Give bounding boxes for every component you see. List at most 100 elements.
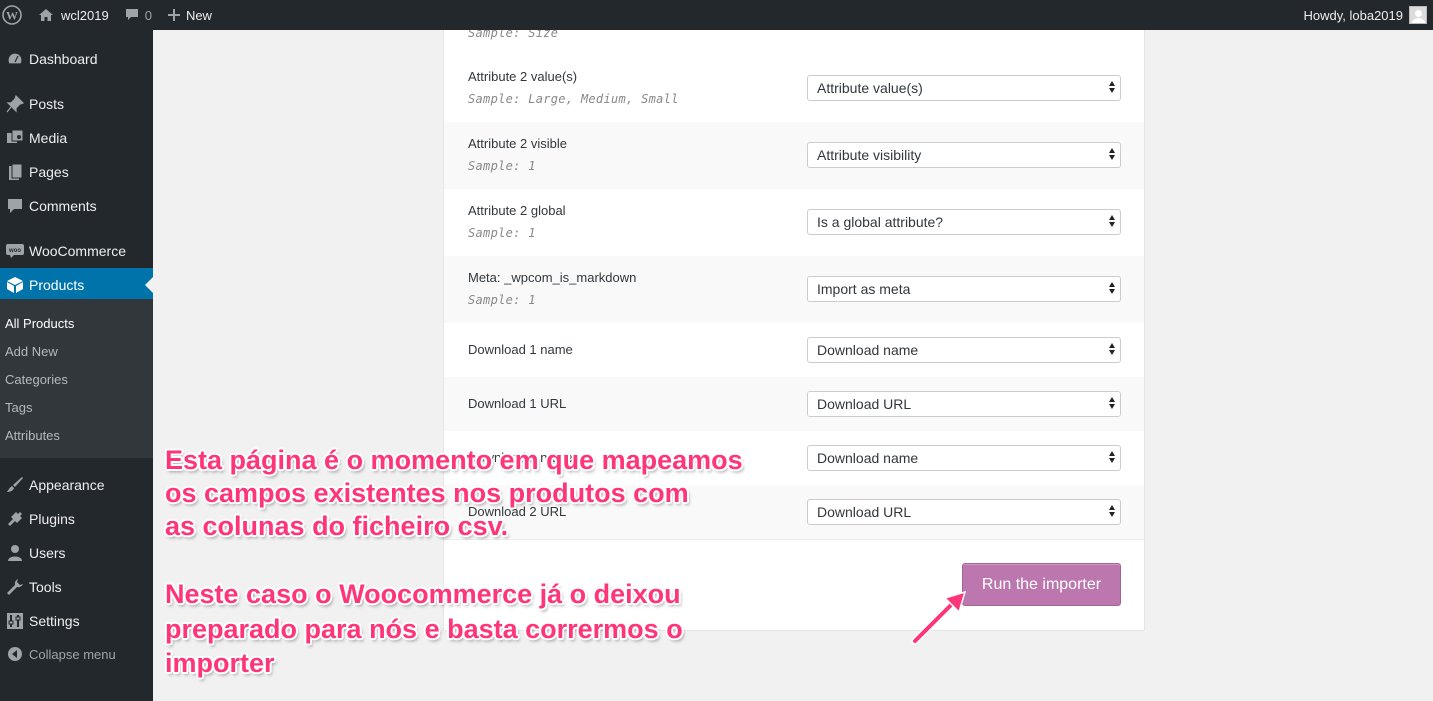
field-label: Attribute 2 visible	[468, 136, 567, 151]
comments-link[interactable]: 0	[117, 0, 160, 30]
field-label: Download 1 URL	[468, 396, 567, 411]
select-arrows-icon	[1109, 397, 1115, 409]
new-label: New	[185, 7, 212, 23]
sidebar-item-settings[interactable]: Settings	[0, 604, 153, 638]
sidebar-item-posts[interactable]: Posts	[0, 87, 153, 121]
brush-icon	[0, 476, 28, 494]
svg-text:W: W	[6, 9, 18, 23]
pages-icon	[0, 163, 28, 181]
sidebar-item-label: Settings	[29, 613, 80, 629]
sidebar-item-media[interactable]: Media	[0, 121, 153, 155]
mapping-select[interactable]: Attribute visibility	[807, 142, 1121, 168]
mapping-row: Meta: _wpcom_is_markdown Sample: 1 Impor…	[444, 256, 1144, 323]
submenu-tags[interactable]: Tags	[5, 400, 32, 415]
my-account-link[interactable]: Howdy, loba2019	[1296, 0, 1433, 30]
select-value: Attribute visibility	[817, 147, 922, 163]
settings-icon	[0, 612, 28, 630]
avatar	[1409, 6, 1427, 24]
select-value: Download URL	[817, 396, 912, 412]
column-mapping-card: Sample: Size Attribute 2 value(s) Sample…	[443, 0, 1145, 631]
collapse-menu-button[interactable]: Collapse menu	[0, 637, 153, 671]
box-icon	[0, 276, 28, 294]
annotation-line: importer	[165, 648, 275, 678]
sidebar-item-plugins[interactable]: Plugins	[0, 502, 153, 536]
site-name: wcl2019	[61, 7, 109, 23]
submenu-all-products[interactable]: All Products	[5, 316, 74, 331]
comments-count: 0	[144, 7, 152, 23]
select-arrows-icon	[1109, 282, 1115, 294]
admin-bar: W wcl2019 0 New Howdy, loba2019	[0, 0, 1433, 30]
select-arrows-icon	[1109, 148, 1115, 160]
select-value: Download name	[817, 342, 919, 358]
select-arrows-icon	[1109, 81, 1115, 93]
field-label: Attribute 2 value(s)	[468, 69, 578, 84]
sidebar-item-products[interactable]: Products	[0, 268, 153, 302]
select-arrows-icon	[1109, 505, 1115, 517]
select-value: Download URL	[817, 504, 912, 520]
sidebar-item-comments[interactable]: Comments	[0, 189, 153, 223]
sidebar-item-appearance[interactable]: Appearance	[0, 468, 153, 502]
select-value: Download name	[817, 450, 919, 466]
submenu-categories[interactable]: Categories	[5, 372, 68, 387]
field-label: Meta: _wpcom_is_markdown	[468, 270, 637, 285]
submenu-add-new[interactable]: Add New	[5, 344, 58, 359]
mapping-row: Download 1 URL Download URL	[444, 377, 1144, 431]
sidebar-item-label: Plugins	[29, 511, 75, 527]
sidebar-item-label: Appearance	[29, 477, 105, 493]
field-sample: Sample: 1	[468, 159, 536, 173]
sidebar-item-pages[interactable]: Pages	[0, 155, 153, 189]
annotation-line: preparado para nós e basta corrermos o	[165, 614, 683, 644]
annotation-line: Neste caso o Woocommerce já o deixou	[165, 579, 681, 609]
select-value: Import as meta	[817, 281, 911, 297]
mapping-select[interactable]: Attribute value(s)	[807, 75, 1121, 101]
sidebar-item-dashboard[interactable]: Dashboard	[0, 42, 153, 76]
annotation-line: os campos existentes nos produtos com	[165, 478, 689, 508]
mapping-select[interactable]: Download name	[807, 337, 1121, 363]
sidebar-item-label: Dashboard	[29, 51, 98, 67]
sidebar-item-users[interactable]: Users	[0, 536, 153, 570]
field-label: Attribute 2 global	[468, 203, 566, 218]
sidebar-item-label: Pages	[29, 164, 69, 180]
new-content-link[interactable]: New	[160, 0, 220, 30]
mapping-select[interactable]: Import as meta	[807, 276, 1121, 302]
sidebar-item-label: Comments	[29, 198, 97, 214]
sidebar-item-label: Products	[29, 277, 85, 293]
media-icon	[0, 129, 28, 147]
select-arrows-icon	[1109, 343, 1115, 355]
sidebar-item-label: Posts	[29, 96, 65, 112]
home-icon	[38, 8, 54, 22]
field-sample: Sample: 1	[468, 293, 536, 307]
mapping-row: Download 1 name Download name	[444, 323, 1144, 377]
plus-icon	[167, 9, 180, 21]
field-label: Download 1 name	[468, 342, 573, 357]
comment-icon	[0, 197, 28, 215]
submenu-attributes[interactable]: Attributes	[5, 428, 60, 443]
admin-sidebar: Dashboard Posts Media Pages Comments woo…	[0, 30, 153, 701]
select-value: Attribute value(s)	[817, 80, 923, 96]
mapping-select[interactable]: Download URL	[807, 391, 1121, 417]
sidebar-item-label: WooCommerce	[29, 243, 126, 259]
annotation-line: as colunas do ficheiro csv.	[165, 511, 509, 541]
plug-icon	[0, 510, 28, 528]
collapse-menu-label: Collapse menu	[29, 646, 116, 662]
wordpress-logo-icon[interactable]: W	[0, 0, 30, 30]
dashboard-icon	[0, 50, 28, 68]
comment-bubble-icon	[125, 8, 139, 22]
mapping-select[interactable]: Download URL	[807, 499, 1121, 525]
field-sample: Sample: 1	[468, 226, 536, 240]
pin-icon	[0, 95, 28, 113]
site-name-link[interactable]: wcl2019	[30, 0, 117, 30]
mapping-select[interactable]: Download name	[807, 445, 1121, 471]
annotation-line: Esta página é o momento em que mapeamos	[165, 445, 743, 475]
woo-icon: woo	[0, 244, 28, 258]
sidebar-item-tools[interactable]: Tools	[0, 570, 153, 604]
select-arrows-icon	[1109, 451, 1115, 463]
sidebar-item-label: Tools	[29, 579, 62, 595]
user-icon	[0, 544, 28, 562]
products-submenu: All Products Add New Categories Tags Att…	[0, 299, 153, 458]
run-importer-button[interactable]: Run the importer	[962, 563, 1121, 606]
sidebar-item-woocommerce[interactable]: woo WooCommerce	[0, 234, 153, 268]
mapping-row: Attribute 2 visible Sample: 1 Attribute …	[444, 122, 1144, 189]
mapping-row: Attribute 2 value(s) Sample: Large, Medi…	[444, 55, 1144, 122]
mapping-select[interactable]: Is a global attribute?	[807, 209, 1121, 235]
